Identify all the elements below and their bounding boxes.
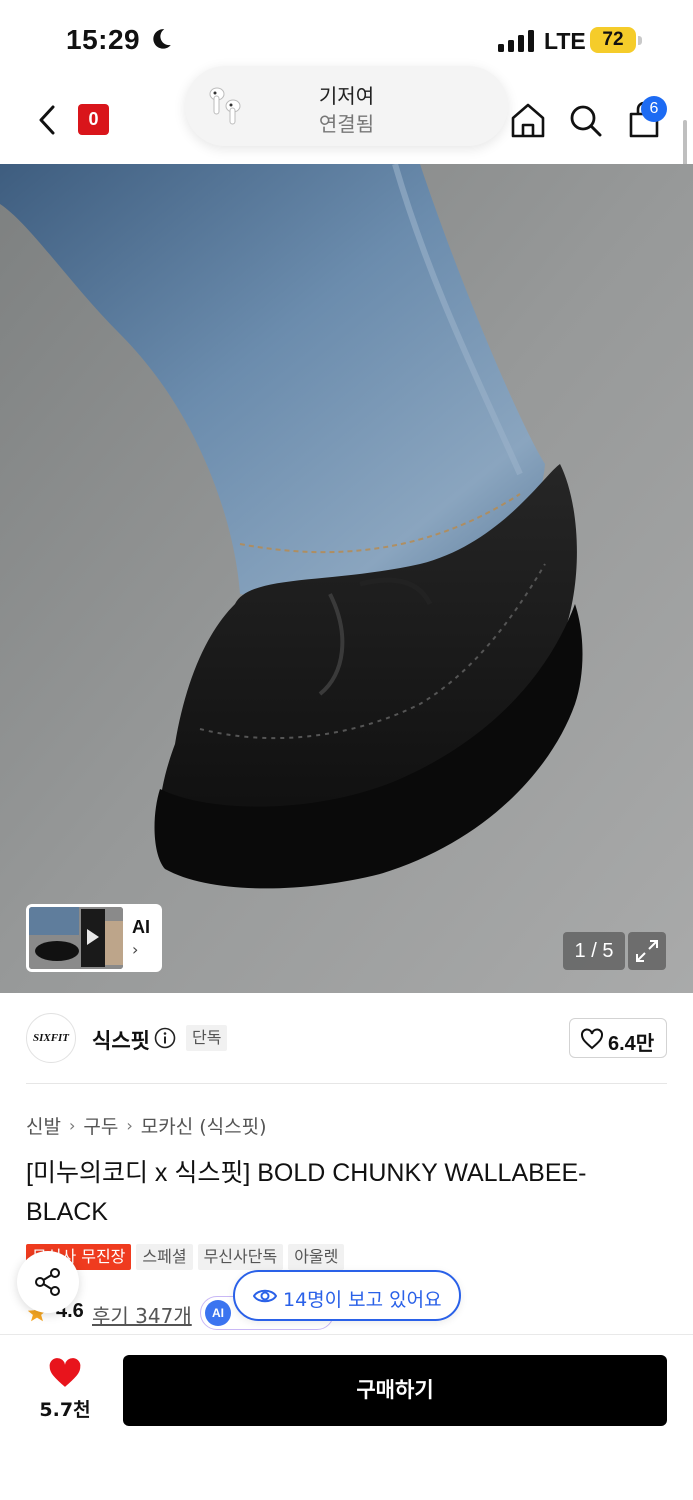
moon-icon	[153, 29, 171, 49]
breadcrumb-item-dress-shoes[interactable]: 구두	[83, 1112, 118, 1139]
top-nav: 0 기저여 연결됨 6	[0, 66, 693, 164]
battery-indicator: 72	[590, 27, 636, 53]
airpods-title: 기저여	[318, 84, 375, 108]
tag-special: 스페셜	[136, 1244, 193, 1270]
expand-button[interactable]	[628, 932, 666, 970]
image-counter: 1 / 5	[563, 932, 625, 970]
viewers-indicator: 14명이 보고 있어요	[233, 1270, 461, 1321]
tag-outlet: 아울렛	[288, 1244, 345, 1270]
viewers-text: 14명이 보고 있어요	[283, 1289, 442, 1311]
brand-row: SIXFIT 식스핏 단독 6.4만	[0, 993, 693, 1083]
back-button[interactable]	[30, 98, 64, 142]
tag-musinsa-exclusive: 무신사단독	[197, 1244, 284, 1270]
heart-filled-icon	[49, 1358, 81, 1387]
network-label: LTE	[544, 28, 586, 54]
product-photo	[0, 164, 693, 993]
airpods-status: 연결됨	[318, 112, 375, 136]
ai-recommend-thumbnail[interactable]: AI ›	[26, 904, 162, 972]
wishlist-count: 5.7천	[39, 1399, 91, 1421]
battery-tip	[638, 36, 642, 45]
cart-count-badge: 6	[641, 96, 667, 122]
status-time: 15:29	[66, 24, 141, 55]
bottom-action-bar: 5.7천 구매하기	[0, 1334, 693, 1500]
ai-label: AI	[132, 917, 150, 937]
expand-icon	[636, 940, 658, 962]
breadcrumb-item-moccasin[interactable]: 모카신 (식스핏)	[141, 1112, 267, 1139]
info-icon[interactable]	[154, 1027, 176, 1049]
divider	[26, 1083, 667, 1084]
share-button[interactable]	[17, 1251, 79, 1313]
breadcrumb: 신발 › 구두 › 모카신 (식스핏)	[26, 1112, 267, 1139]
chevron-right-icon: ›	[132, 940, 139, 959]
airpods-connected-banner[interactable]: 기저여 연결됨	[185, 66, 508, 146]
share-icon	[35, 1268, 60, 1296]
ai-badge-icon: AI	[205, 1300, 231, 1326]
brand-logo[interactable]: SIXFIT	[26, 1013, 76, 1063]
breadcrumb-item-shoes[interactable]: 신발	[26, 1112, 61, 1139]
brand-like-count: 6.4만	[608, 1033, 655, 1055]
chevron-right-icon: ›	[126, 1116, 133, 1135]
exclusive-tag: 단독	[186, 1025, 228, 1051]
chevron-right-icon: ›	[68, 1116, 76, 1135]
wishlist-button[interactable]: 5.7천	[36, 1351, 94, 1421]
buy-button[interactable]: 구매하기	[123, 1355, 667, 1426]
chevron-left-icon	[39, 105, 55, 135]
signal-icon	[498, 30, 534, 52]
brand-name[interactable]: 식스핏	[92, 1025, 150, 1055]
review-count-link[interactable]: 후기 347개	[92, 1300, 192, 1329]
eye-icon	[253, 1289, 277, 1303]
product-title: [미누의코디 x 식스핏] BOLD CHUNKY WALLABEE-BLACK	[26, 1159, 587, 1226]
brand-like-button[interactable]: 6.4만	[569, 1018, 667, 1058]
heart-outline-icon	[581, 1028, 603, 1050]
zero-badge[interactable]: 0	[78, 104, 109, 135]
ai-thumbnail-image	[29, 907, 123, 969]
search-icon[interactable]	[566, 98, 606, 142]
home-icon[interactable]	[508, 98, 548, 142]
product-image[interactable]: AI › 1 / 5	[0, 164, 693, 993]
